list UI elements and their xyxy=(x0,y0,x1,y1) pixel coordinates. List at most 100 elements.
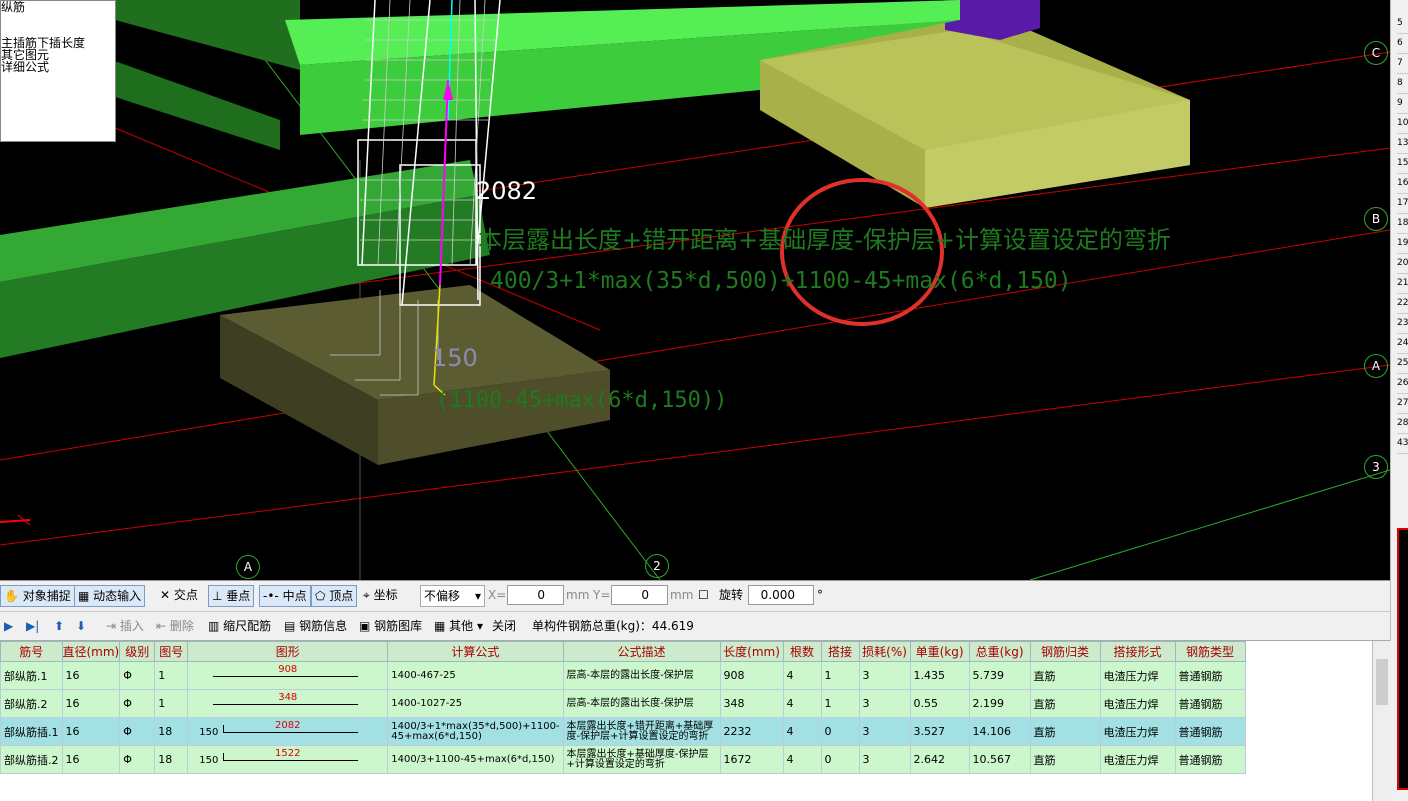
x-input[interactable]: 0 xyxy=(507,585,564,605)
vertex-button[interactable]: ⬠ 顶点 xyxy=(311,585,358,607)
cell-cls[interactable]: 直筋 xyxy=(1029,745,1101,774)
rebar-library-button[interactable]: ▣ 钢筋图库 xyxy=(359,616,422,636)
cell-name[interactable]: 部纵筋.1 xyxy=(0,661,63,690)
cell-name[interactable]: 部纵筋插.2 xyxy=(0,745,63,774)
legend-line[interactable]: 主插筋下插长度 xyxy=(1,37,115,49)
layer-number[interactable]: 21 xyxy=(1397,274,1408,294)
column-header[interactable]: 图形 xyxy=(187,641,389,662)
layer-number[interactable]: 8 xyxy=(1397,74,1408,94)
column-header[interactable]: 钢筋类型 xyxy=(1174,641,1246,662)
cell-dia[interactable]: 16 xyxy=(61,661,121,690)
layer-number[interactable]: 27 xyxy=(1397,394,1408,414)
cell-cls[interactable]: 直筋 xyxy=(1029,689,1101,718)
cell-desc[interactable]: 层高-本层的露出长度-保护层 xyxy=(562,689,721,718)
column-header[interactable]: 级别 xyxy=(119,641,156,662)
cell-lap[interactable]: 1 xyxy=(820,661,860,690)
cell-grade[interactable]: Φ xyxy=(119,689,156,718)
cell-formula[interactable]: 1400/3+1*max(35*d,500)+1100-45+max(6*d,1… xyxy=(387,717,564,746)
dynamic-input-button[interactable]: ▦ 动态输入 xyxy=(74,585,146,607)
scale-rebar-button[interactable]: ▥ 缩尺配筋 xyxy=(208,616,271,636)
cell-fig[interactable]: 1 xyxy=(154,689,189,718)
cell-count[interactable]: 4 xyxy=(782,661,822,690)
display-options-panel[interactable]: 纵筋 主插筋下插长度 其它图元 详细公式 xyxy=(0,0,116,142)
3d-viewport[interactable]: 纵筋 主插筋下插长度 其它图元 详细公式 2082 本层露出长度+错开距离+基础… xyxy=(0,0,1390,580)
move-up-icon[interactable]: ⬆ xyxy=(54,616,64,636)
cell-lap-type[interactable]: 电渣压力焊 xyxy=(1099,745,1176,774)
other-menu-button[interactable]: ▦ 其他 ▾ xyxy=(434,616,483,636)
cell-shape[interactable]: 150 1522 xyxy=(187,745,389,774)
cell-cls[interactable]: 直筋 xyxy=(1029,661,1101,690)
table-row[interactable]: 部纵筋.2 16 Φ 1 348 1400-1027-25 层高-本层的露出长度-保护层 34… xyxy=(0,689,1246,718)
move-down-icon[interactable]: ⬇ xyxy=(76,616,86,636)
cell-lap[interactable]: 0 xyxy=(820,717,860,746)
layer-number[interactable]: 7 xyxy=(1397,54,1408,74)
cell-dia[interactable]: 16 xyxy=(61,745,121,774)
cell-shape[interactable]: 908 xyxy=(187,661,389,690)
column-header[interactable]: 单重(kg) xyxy=(909,641,970,662)
cell-loss[interactable]: 3 xyxy=(858,745,911,774)
cell-loss[interactable]: 3 xyxy=(858,689,911,718)
perpendicular-button[interactable]: ⊥ 垂点 xyxy=(208,585,255,607)
cell-length[interactable]: 2232 xyxy=(719,717,784,746)
cell-type[interactable]: 普通钢筋 xyxy=(1174,689,1246,718)
table-row[interactable]: 部纵筋.1 16 Φ 1 908 1400-467-25 层高-本层的露出长度-保护层 908… xyxy=(0,661,1246,690)
cell-total-w[interactable]: 10.567 xyxy=(968,745,1031,774)
column-header[interactable]: 筋号 xyxy=(0,641,63,662)
intersection-button[interactable]: ✕ 交点 xyxy=(160,585,198,605)
insert-button[interactable]: ⇥ 插入 xyxy=(106,616,144,636)
table-row[interactable]: 部纵筋插.1 16 Φ 18 150 2082 1400/3+1*max(35*d,500)… xyxy=(0,717,1246,746)
cell-type[interactable]: 普通钢筋 xyxy=(1174,661,1246,690)
cell-unit-w[interactable]: 2.642 xyxy=(909,745,970,774)
legend-line[interactable] xyxy=(1,25,115,37)
cell-shape[interactable]: 150 2082 xyxy=(187,717,389,746)
cell-lap-type[interactable]: 电渣压力焊 xyxy=(1099,717,1176,746)
column-header[interactable]: 搭接形式 xyxy=(1099,641,1176,662)
close-button[interactable]: 关闭 xyxy=(492,616,516,636)
cell-fig[interactable]: 18 xyxy=(154,717,189,746)
cell-fig[interactable]: 18 xyxy=(154,745,189,774)
cell-length[interactable]: 908 xyxy=(719,661,784,690)
object-snap-button[interactable]: ✋ 对象捕捉 xyxy=(0,585,75,607)
cell-grade[interactable]: Φ xyxy=(119,661,156,690)
cell-count[interactable]: 4 xyxy=(782,717,822,746)
legend-line[interactable]: 其它图元 xyxy=(1,49,115,61)
cell-loss[interactable]: 3 xyxy=(858,661,911,690)
cell-lap-type[interactable]: 电渣压力焊 xyxy=(1099,661,1176,690)
midpoint-button[interactable]: -•- 中点 xyxy=(259,585,311,607)
cell-total-w[interactable]: 14.106 xyxy=(968,717,1031,746)
rotate-checkbox[interactable]: ☐ xyxy=(698,585,709,605)
cell-lap[interactable]: 1 xyxy=(820,689,860,718)
cell-count[interactable]: 4 xyxy=(782,689,822,718)
cell-unit-w[interactable]: 0.55 xyxy=(909,689,970,718)
layer-number[interactable]: 13 xyxy=(1397,134,1408,154)
column-header[interactable]: 搭接 xyxy=(820,641,860,662)
delete-button[interactable]: ⇤ 删除 xyxy=(156,616,194,636)
legend-line[interactable] xyxy=(1,13,115,25)
column-header[interactable]: 总重(kg) xyxy=(968,641,1031,662)
layer-number[interactable]: 28 xyxy=(1397,414,1408,434)
cell-total-w[interactable]: 5.739 xyxy=(968,661,1031,690)
column-header[interactable]: 根数 xyxy=(782,641,822,662)
y-input[interactable]: 0 xyxy=(611,585,668,605)
layer-number[interactable]: 6 xyxy=(1397,34,1408,54)
layer-number[interactable]: 10 xyxy=(1397,114,1408,134)
layer-number[interactable]: 15 xyxy=(1397,154,1408,174)
cell-unit-w[interactable]: 1.435 xyxy=(909,661,970,690)
cell-loss[interactable]: 3 xyxy=(858,717,911,746)
layer-number[interactable]: 5 xyxy=(1397,14,1408,34)
layer-number-list[interactable]: 5 6 7 8 9 10 13 15 16 17 18 19 20 21 22 23 24 25 26 27 28 43 xyxy=(1397,14,1408,454)
column-header[interactable]: 图号 xyxy=(154,641,189,662)
last-icon[interactable]: ▶| xyxy=(26,616,39,636)
table-row[interactable]: 部纵筋插.2 16 Φ 18 150 1522 1400/3+1100-45+max(6*d… xyxy=(0,745,1246,774)
column-header[interactable]: 公式描述 xyxy=(562,641,721,662)
column-header[interactable]: 计算公式 xyxy=(387,641,564,662)
cell-formula[interactable]: 1400/3+1100-45+max(6*d,150) xyxy=(387,745,564,774)
offset-mode-select[interactable]: 不偏移 ▾ xyxy=(420,585,485,607)
cell-fig[interactable]: 1 xyxy=(154,661,189,690)
column-header[interactable]: 损耗(%) xyxy=(858,641,911,662)
layer-number[interactable]: 24 xyxy=(1397,334,1408,354)
cell-lap-type[interactable]: 电渣压力焊 xyxy=(1099,689,1176,718)
layer-number[interactable]: 22 xyxy=(1397,294,1408,314)
layer-number[interactable]: 25 xyxy=(1397,354,1408,374)
next-icon[interactable]: ▶ xyxy=(4,616,13,636)
